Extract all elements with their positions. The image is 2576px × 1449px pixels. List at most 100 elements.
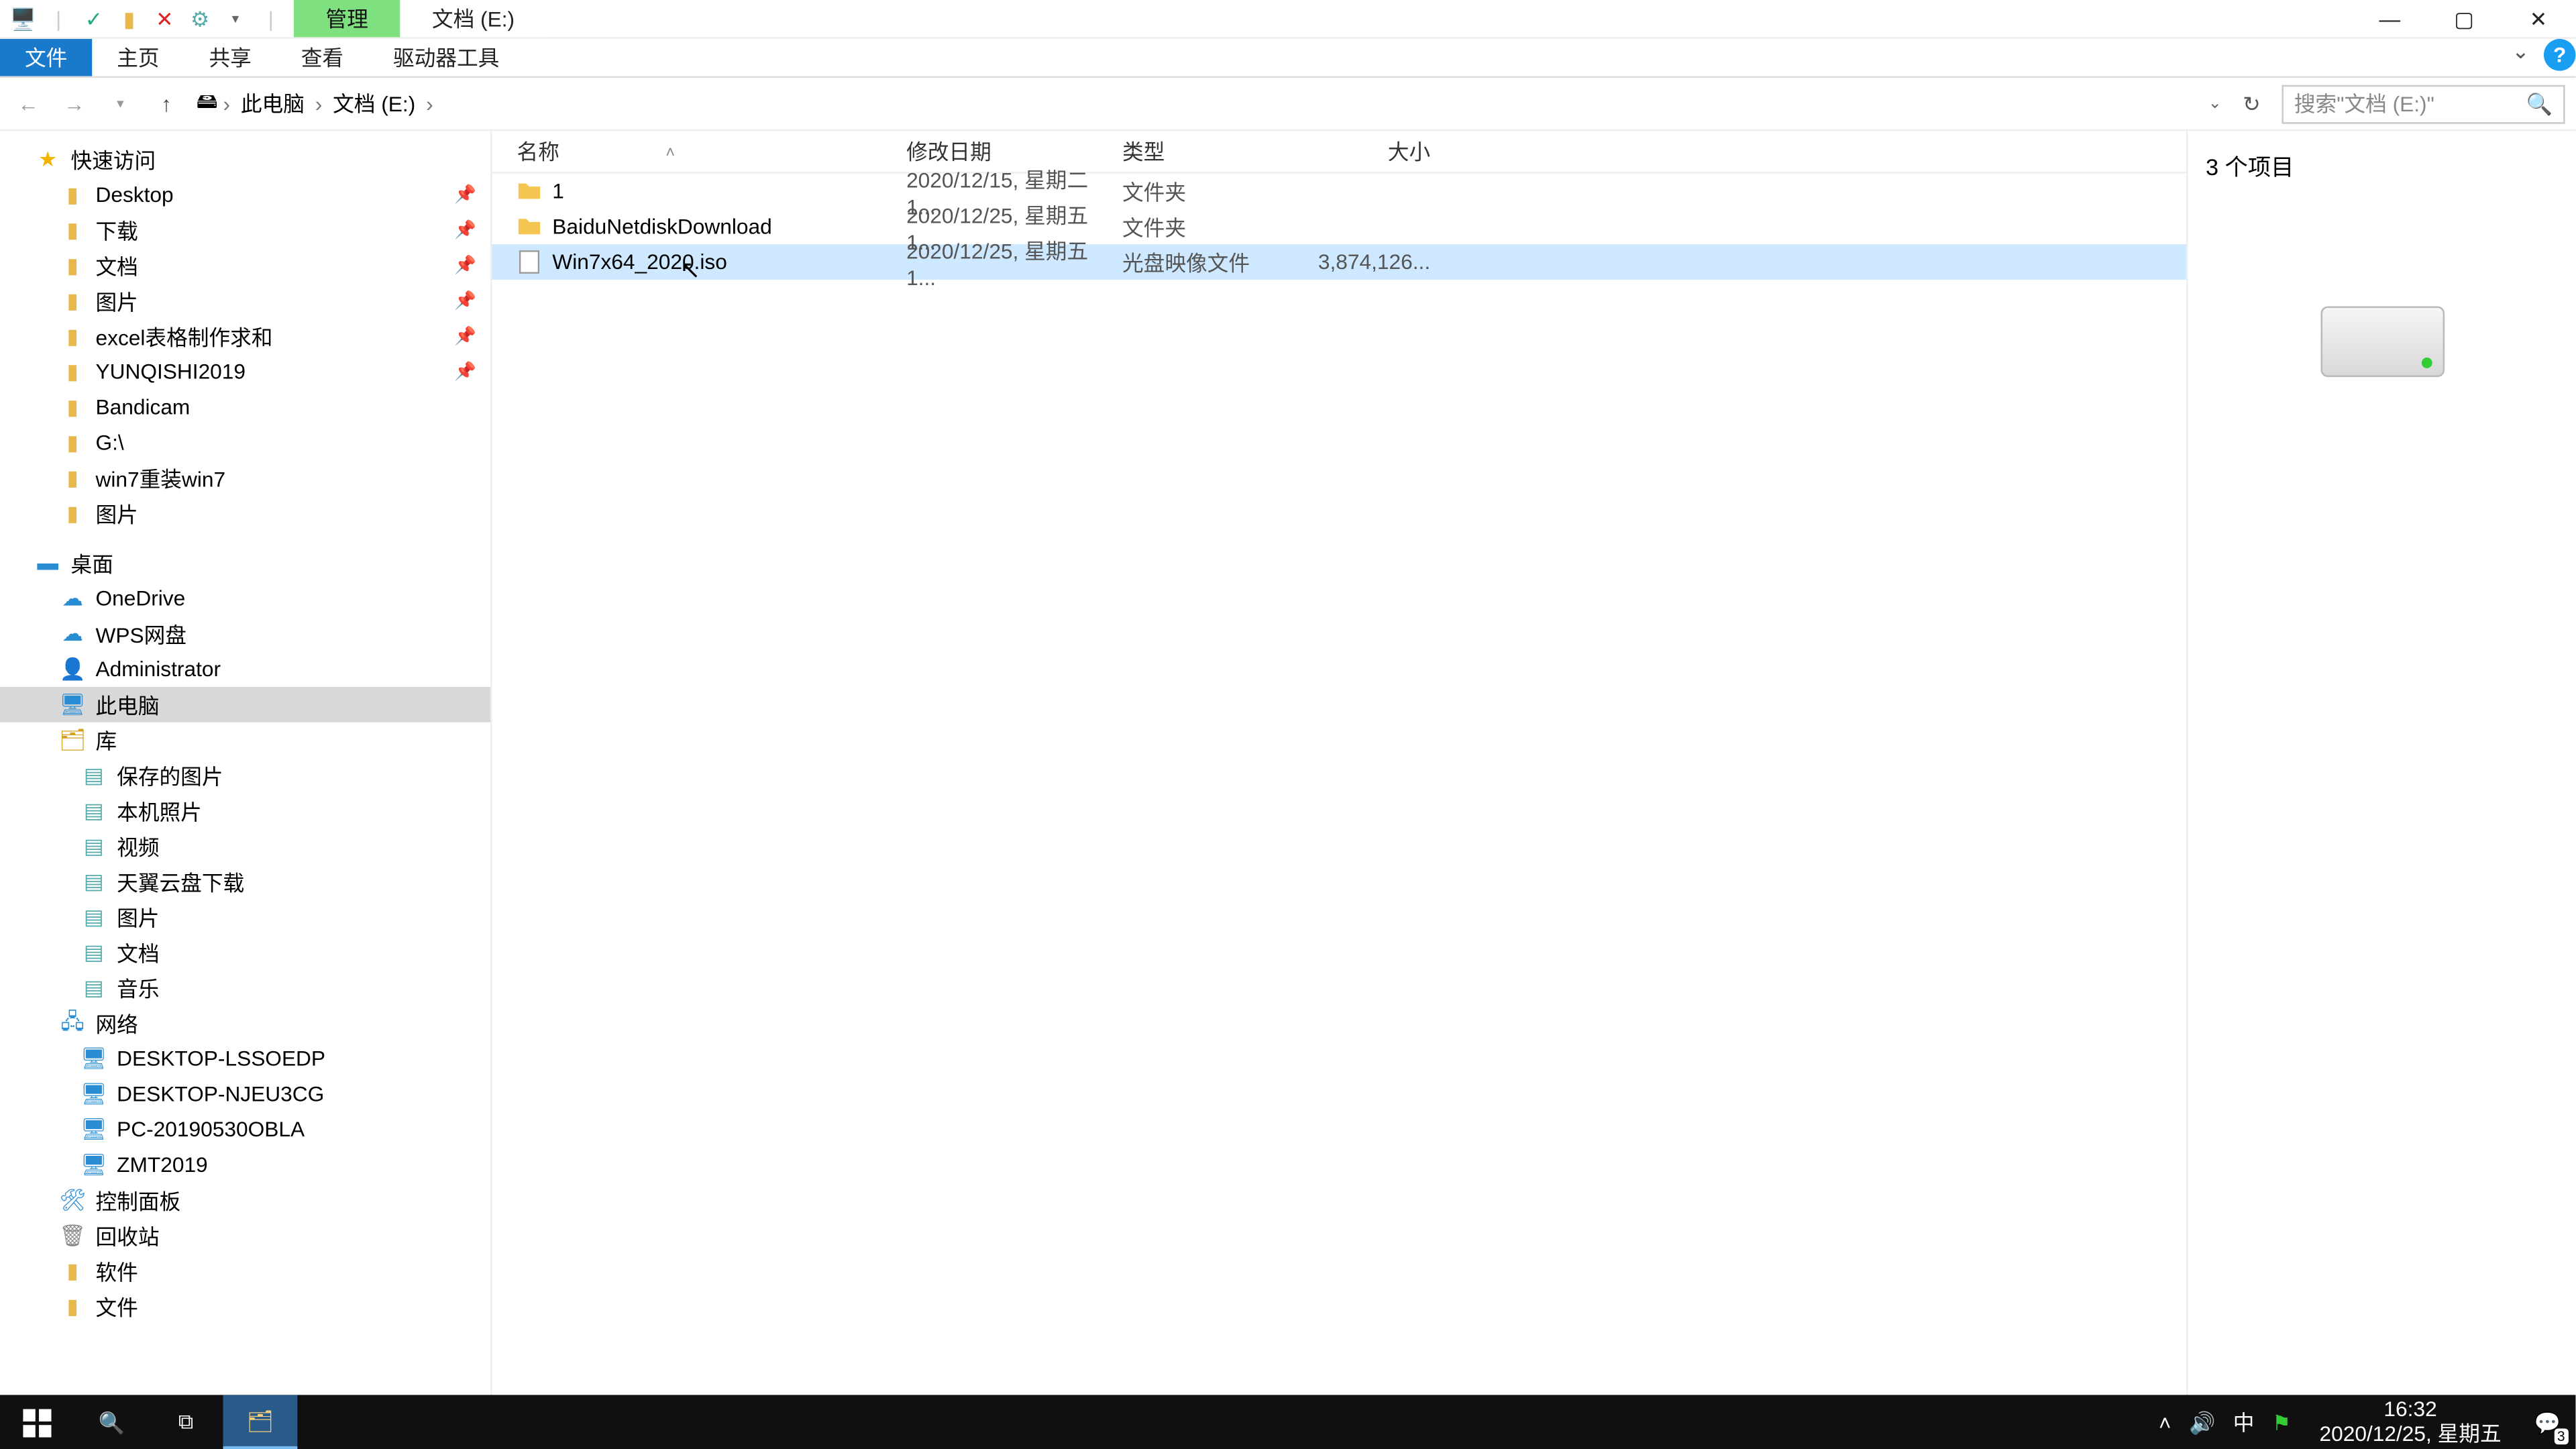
- file-type: 文件夹: [1122, 211, 1303, 241]
- nav-quick-access-item[interactable]: ▮图片📌: [0, 283, 490, 319]
- desktop-icon: ▬: [36, 551, 60, 576]
- nav-network-item[interactable]: 🖥PC-20190530OBLA: [0, 1112, 490, 1147]
- column-name[interactable]: 名称 ˄: [517, 136, 907, 166]
- search-icon[interactable]: 🔍: [2526, 91, 2553, 116]
- nav-quick-access-item[interactable]: ▮win7重装win7: [0, 460, 490, 496]
- nav-quick-access-item[interactable]: ▮Desktop📌: [0, 177, 490, 213]
- file-list[interactable]: 名称 ˄ 修改日期 类型 大小 12020/12/15, 星期二 1...文件夹…: [492, 131, 2186, 1409]
- nav-library-item[interactable]: ▤本机照片: [0, 793, 490, 828]
- qat-delete-icon[interactable]: ✕: [152, 6, 177, 31]
- chevron-right-icon[interactable]: ›: [219, 91, 233, 116]
- nav-documents[interactable]: ▮ 文件: [0, 1289, 490, 1324]
- nav-recent-dropdown[interactable]: ▾: [103, 86, 138, 121]
- nav-library-item[interactable]: ▤图片: [0, 900, 490, 935]
- security-icon[interactable]: ⚑: [2272, 1410, 2291, 1435]
- ribbon-tab-view[interactable]: 查看: [276, 39, 368, 76]
- title-bar: 🖥️ | ✓ ▮ ✕ ⚙ ▾ | 管理 文档 (E:) — ▢ ✕: [0, 0, 2575, 39]
- qat-settings-icon[interactable]: ⚙: [188, 6, 213, 31]
- nav-desktop[interactable]: ▬ 桌面: [0, 545, 490, 581]
- taskbar-clock[interactable]: 16:32 2020/12/25, 星期五: [2309, 1399, 2512, 1446]
- nav-library-item[interactable]: ▤视频: [0, 828, 490, 864]
- nav-network-item[interactable]: 🖥ZMT2019: [0, 1147, 490, 1183]
- file-row[interactable]: 12020/12/15, 星期二 1...文件夹: [492, 174, 2186, 209]
- nav-back-button[interactable]: ←: [11, 86, 46, 121]
- qat-dropdown-icon[interactable]: ▾: [223, 6, 248, 31]
- pc-icon: 🖥: [60, 692, 85, 717]
- cloud-icon: ☁: [60, 621, 85, 646]
- file-size: 3,874,126...: [1303, 250, 1444, 274]
- nav-libraries[interactable]: 🗂 库: [0, 722, 490, 758]
- nav-library-item[interactable]: ▤音乐: [0, 970, 490, 1006]
- nav-label: Administrator: [95, 657, 221, 682]
- user-icon: 👤: [60, 657, 85, 682]
- taskbar-search-button[interactable]: 🔍: [74, 1395, 149, 1449]
- nav-quick-access-item[interactable]: ▮excel表格制作求和📌: [0, 319, 490, 354]
- nav-up-button[interactable]: ↑: [149, 86, 184, 121]
- nav-library-item[interactable]: ▤保存的图片: [0, 757, 490, 793]
- refresh-button[interactable]: ↻: [2232, 91, 2271, 116]
- ime-indicator[interactable]: 中: [2233, 1407, 2255, 1438]
- nav-this-pc[interactable]: 🖥 此电脑: [0, 687, 490, 722]
- nav-quick-access-item[interactable]: ▮YUNQISHI2019📌: [0, 354, 490, 390]
- qat-new-folder-icon[interactable]: ▮: [117, 6, 142, 31]
- nav-label: DESKTOP-LSSOEDP: [117, 1046, 325, 1071]
- tray-overflow-icon[interactable]: ˄: [2159, 1410, 2171, 1435]
- pin-icon: 📌: [454, 291, 476, 311]
- contextual-tab-manage[interactable]: 管理: [294, 0, 400, 37]
- file-name: BaiduNetdiskDownload: [552, 214, 771, 239]
- clock-time: 16:32: [2320, 1399, 2502, 1422]
- breadcrumb-this-pc[interactable]: 此电脑: [233, 89, 311, 119]
- address-dropdown-icon[interactable]: ⌄: [2208, 94, 2222, 113]
- nav-library-item[interactable]: ▤天翼云盘下载: [0, 864, 490, 900]
- action-center-button[interactable]: 💬3: [2530, 1405, 2565, 1440]
- taskbar[interactable]: 🔍 ⧉ 🗂 ˄ 🔊 中 ⚑ 16:32 2020/12/25, 星期五 💬3: [0, 1395, 2575, 1449]
- close-button[interactable]: ✕: [2502, 0, 2576, 38]
- qat-properties-icon[interactable]: ✓: [81, 6, 106, 31]
- task-view-button[interactable]: ⧉: [149, 1395, 223, 1449]
- maximize-button[interactable]: ▢: [2427, 0, 2502, 38]
- nav-quick-access-item[interactable]: ▮文档📌: [0, 248, 490, 283]
- nav-quick-access-item[interactable]: ▮图片: [0, 496, 490, 531]
- minimize-button[interactable]: —: [2353, 0, 2427, 38]
- column-size[interactable]: 大小: [1303, 136, 1444, 166]
- nav-quick-access[interactable]: ★ 快速访问: [0, 142, 490, 177]
- search-input[interactable]: 搜索"文档 (E:)" 🔍: [2282, 84, 2565, 123]
- expand-ribbon-icon[interactable]: ⌄: [2505, 39, 2537, 76]
- breadcrumb-location[interactable]: 文档 (E:): [326, 89, 423, 119]
- nav-network[interactable]: 🖧 网络: [0, 1006, 490, 1041]
- ribbon-tab-share[interactable]: 共享: [184, 39, 276, 76]
- nav-network-item[interactable]: 🖥DESKTOP-LSSOEDP: [0, 1041, 490, 1077]
- nav-administrator[interactable]: 👤 Administrator: [0, 651, 490, 687]
- system-tray[interactable]: ˄ 🔊 中 ⚑ 16:32 2020/12/25, 星期五 💬3: [2159, 1399, 2575, 1446]
- ribbon-tab-drive-tools[interactable]: 驱动器工具: [368, 39, 524, 76]
- column-type[interactable]: 类型: [1122, 136, 1303, 166]
- file-row[interactable]: Win7x64_2020.iso2020/12/25, 星期五 1...光盘映像…: [492, 244, 2186, 280]
- recycle-icon: 🗑: [60, 1223, 85, 1248]
- taskbar-explorer-button[interactable]: 🗂: [223, 1395, 297, 1449]
- volume-icon[interactable]: 🔊: [2189, 1410, 2215, 1435]
- file-name: 1: [552, 179, 564, 204]
- nav-network-item[interactable]: 🖥DESKTOP-NJEU3CG: [0, 1076, 490, 1112]
- column-headers[interactable]: 名称 ˄ 修改日期 类型 大小: [492, 131, 2186, 173]
- start-button[interactable]: [0, 1395, 74, 1449]
- chevron-right-icon[interactable]: ›: [311, 91, 325, 116]
- breadcrumb[interactable]: 🖴 › 此电脑 › 文档 (E:) ›: [195, 89, 437, 119]
- preview-item-count: 3 个项目: [2206, 149, 2558, 182]
- nav-recycle-bin[interactable]: 🗑 回收站: [0, 1218, 490, 1253]
- help-icon[interactable]: ?: [2544, 39, 2575, 70]
- nav-control-panel[interactable]: 🛠 控制面板: [0, 1183, 490, 1218]
- ribbon-tab-file[interactable]: 文件: [0, 39, 92, 76]
- nav-quick-access-item[interactable]: ▮G:\: [0, 425, 490, 460]
- nav-onedrive[interactable]: ☁ OneDrive: [0, 581, 490, 616]
- chevron-right-icon[interactable]: ›: [423, 91, 437, 116]
- nav-software[interactable]: ▮ 软件: [0, 1253, 490, 1289]
- notification-badge: 3: [2554, 1428, 2569, 1444]
- nav-quick-access-item[interactable]: ▮Bandicam: [0, 390, 490, 425]
- navigation-pane[interactable]: ★ 快速访问 ▮Desktop📌▮下载📌▮文档📌▮图片📌▮excel表格制作求和…: [0, 131, 492, 1409]
- ribbon-tab-home[interactable]: 主页: [92, 39, 184, 76]
- file-row[interactable]: BaiduNetdiskDownload2020/12/25, 星期五 1...…: [492, 209, 2186, 244]
- nav-wps[interactable]: ☁ WPS网盘: [0, 616, 490, 651]
- nav-quick-access-item[interactable]: ▮下载📌: [0, 213, 490, 248]
- nav-library-item[interactable]: ▤文档: [0, 934, 490, 970]
- column-date[interactable]: 修改日期: [906, 136, 1122, 166]
